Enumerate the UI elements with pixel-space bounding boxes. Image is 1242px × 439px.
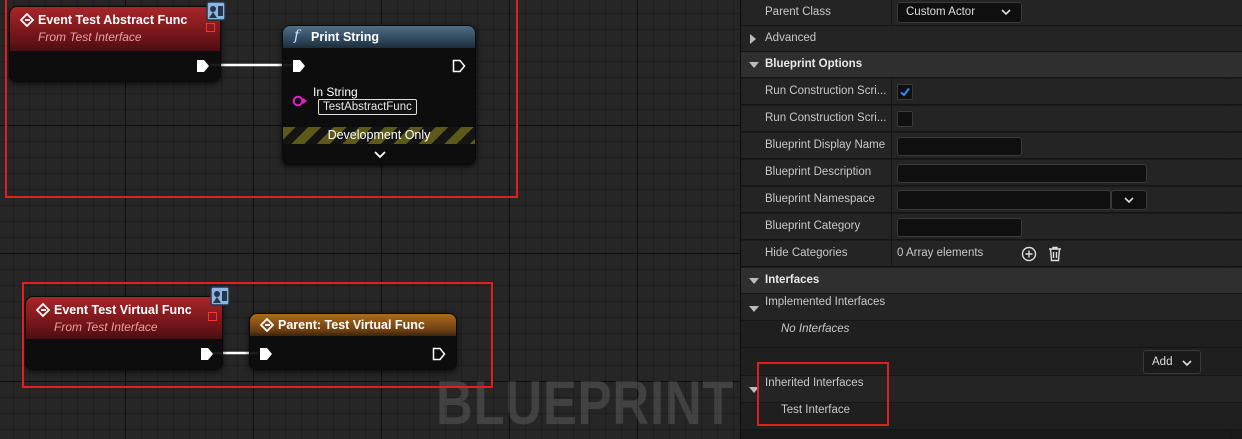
display-name-label: Blueprint Display Name [765, 139, 886, 151]
chevron-down-icon [1001, 9, 1011, 16]
hide-categories-label: Hide Categories [765, 247, 848, 259]
category-label: Blueprint Category [765, 220, 861, 232]
description-label: Blueprint Description [765, 166, 872, 178]
trash-icon[interactable] [1048, 246, 1062, 262]
add-interface-button[interactable]: Add [1143, 350, 1201, 374]
highlight-box-virtual [22, 282, 493, 388]
row-display-name: Blueprint Display Name [741, 133, 1242, 159]
advanced-label: Advanced [765, 32, 817, 44]
implemented-interfaces-label: Implemented Interfaces [765, 296, 886, 308]
description-input[interactable] [897, 164, 1147, 183]
chevron-down-icon [1182, 360, 1192, 367]
chevron-down-icon [1124, 197, 1134, 204]
collapse-arrow-icon[interactable] [749, 306, 759, 312]
parent-class-combo[interactable]: Custom Actor [897, 2, 1022, 23]
row-implemented-interfaces: Implemented Interfaces [741, 294, 1242, 321]
run-construction-checkbox-2[interactable] [897, 111, 913, 127]
parent-class-label: Parent Class [765, 6, 831, 18]
display-name-input[interactable] [897, 137, 1022, 156]
blueprint-options-title: Blueprint Options [765, 58, 863, 70]
category-interfaces[interactable]: Interfaces [741, 268, 1242, 294]
row-namespace: Blueprint Namespace [741, 187, 1242, 213]
details-panel: Parent Class Custom Actor Advanced Bluep… [740, 0, 1242, 439]
category-blueprint-options[interactable]: Blueprint Options [741, 52, 1242, 78]
hide-categories-value: 0 Array elements [897, 247, 984, 259]
namespace-dropdown-button[interactable] [1111, 190, 1147, 210]
collapse-arrow-icon[interactable] [749, 278, 759, 284]
interfaces-title: Interfaces [765, 274, 820, 286]
run-construction-checkbox-1[interactable] [897, 84, 913, 100]
row-description: Blueprint Description [741, 160, 1242, 186]
collapse-arrow-icon[interactable] [749, 62, 759, 68]
add-element-icon[interactable] [1021, 246, 1037, 262]
blueprint-graph[interactable]: Event Test Abstract Func From Test Inter… [0, 0, 740, 439]
row-no-interfaces: No Interfaces [741, 321, 1242, 348]
add-button-label: Add [1152, 356, 1173, 368]
category-input[interactable] [897, 218, 1022, 237]
expand-arrow-icon[interactable] [750, 34, 756, 44]
parent-class-value: Custom Actor [906, 6, 976, 18]
row-advanced[interactable]: Advanced [741, 26, 1242, 52]
row-run-construction-1: Run Construction Scri... [741, 79, 1242, 105]
namespace-input[interactable] [897, 190, 1111, 210]
run-construction-label-2: Run Construction Scri... [765, 112, 887, 124]
no-interfaces-label: No Interfaces [781, 323, 850, 335]
highlight-box-abstract [5, 0, 518, 198]
checkmark-icon [900, 87, 910, 97]
run-construction-label-1: Run Construction Scri... [765, 85, 887, 97]
namespace-label: Blueprint Namespace [765, 193, 875, 205]
row-category: Blueprint Category [741, 214, 1242, 240]
row-run-construction-2: Run Construction Scri... [741, 106, 1242, 132]
row-parent-class: Parent Class Custom Actor [741, 0, 1242, 26]
highlight-box-inherited [757, 362, 889, 426]
row-hide-categories: Hide Categories 0 Array elements [741, 241, 1242, 267]
